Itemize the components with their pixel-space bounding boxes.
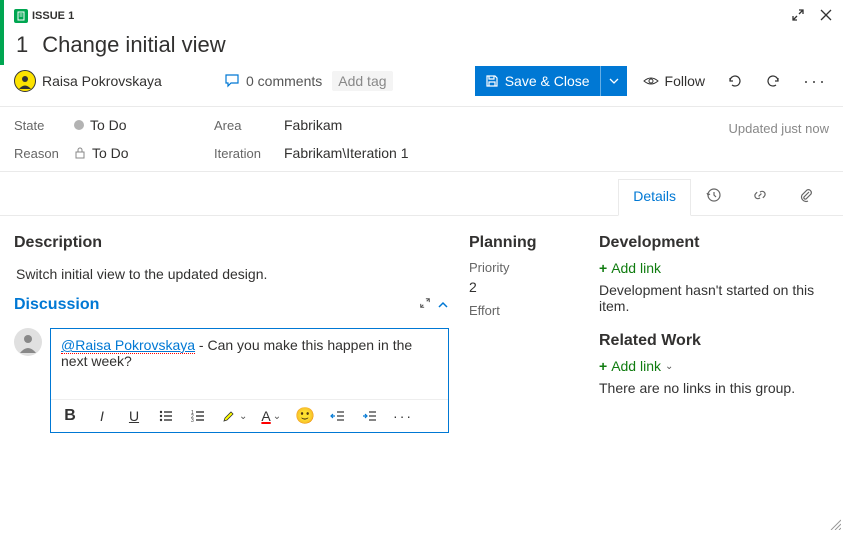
discussion-collapse-icon[interactable]: [437, 296, 449, 314]
fields-section: State To Do Reason To Do Area Fabrikam: [0, 107, 843, 172]
save-and-close-button[interactable]: Save & Close: [475, 66, 627, 96]
work-item-title[interactable]: Change initial view: [42, 32, 225, 58]
planning-heading: Planning: [469, 234, 579, 252]
discussion-expand-icon[interactable]: [419, 296, 431, 314]
comments-button[interactable]: 0 comments: [224, 73, 322, 89]
bold-button[interactable]: B: [61, 407, 79, 425]
reason-value[interactable]: To Do: [74, 145, 204, 161]
more-actions-button[interactable]: ···: [797, 67, 833, 96]
priority-value[interactable]: 2: [469, 279, 579, 295]
save-icon: [485, 74, 499, 88]
plus-icon: +: [599, 260, 607, 276]
updated-timestamp: Updated just now: [729, 117, 829, 136]
area-label: Area: [214, 118, 274, 133]
header-top-row: ISSUE 1: [14, 4, 833, 28]
tabs-row: Details: [0, 172, 843, 216]
chevron-down-icon: ⌄: [665, 361, 673, 372]
tab-history[interactable]: [691, 178, 737, 215]
font-color-button[interactable]: A⌄: [261, 408, 281, 424]
save-dropdown[interactable]: [600, 66, 627, 96]
header: ISSUE 1 1 Change initial view: [0, 0, 843, 66]
close-icon[interactable]: [819, 8, 833, 25]
work-item-panel: ISSUE 1 1 Change initial view Raisa Pokr…: [0, 0, 843, 537]
work-item-id: 1: [16, 32, 28, 58]
outdent-button[interactable]: [329, 408, 347, 424]
editor-toolbar: B I U 123 ⌄ A⌄ 🙂 ···: [51, 399, 448, 432]
follow-button[interactable]: Follow: [637, 73, 711, 89]
issue-type-icon: [14, 9, 28, 23]
side-column: Development + Add link Development hasn'…: [599, 226, 829, 527]
area-value[interactable]: Fabrikam: [284, 117, 342, 133]
discussion-heading: Discussion: [14, 296, 449, 314]
body: Description Switch initial view to the u…: [0, 216, 843, 537]
toolbar: Raisa Pokrovskaya 0 comments Add tag Sav…: [0, 66, 843, 107]
assignee-name: Raisa Pokrovskaya: [42, 73, 162, 89]
expand-icon[interactable]: [791, 8, 805, 25]
svg-text:3: 3: [191, 418, 194, 424]
development-add-link[interactable]: + Add link: [599, 260, 829, 276]
reason-label: Reason: [14, 146, 64, 161]
highlight-button[interactable]: ⌄: [221, 408, 247, 424]
add-tag-button[interactable]: Add tag: [332, 71, 392, 91]
refresh-button[interactable]: [721, 69, 749, 93]
underline-button[interactable]: U: [125, 408, 143, 424]
related-add-link[interactable]: + Add link ⌄: [599, 358, 829, 374]
type-accent-bar: [0, 0, 4, 65]
save-label: Save & Close: [505, 73, 590, 89]
priority-label: Priority: [469, 260, 579, 275]
planning-column: Planning Priority 2 Effort: [469, 226, 579, 527]
comments-count: 0 comments: [246, 73, 322, 89]
tab-details[interactable]: Details: [618, 179, 691, 216]
editor-more-button[interactable]: ···: [393, 408, 413, 424]
indent-button[interactable]: [361, 408, 379, 424]
italic-button[interactable]: I: [93, 408, 111, 424]
state-dot-icon: [74, 120, 84, 130]
discussion-avatar-icon: [14, 328, 42, 356]
title-row: 1 Change initial view: [14, 28, 833, 66]
related-work-heading: Related Work: [599, 332, 829, 350]
plus-icon: +: [599, 358, 607, 374]
revert-button[interactable]: [759, 69, 787, 93]
assignee-picker[interactable]: Raisa Pokrovskaya: [14, 70, 214, 92]
emoji-button[interactable]: 🙂: [295, 406, 315, 426]
eye-icon: [643, 73, 659, 89]
work-item-type-tag: ISSUE 1: [14, 9, 74, 23]
main-column: Description Switch initial view to the u…: [14, 226, 449, 527]
state-label: State: [14, 118, 64, 133]
tab-attachments[interactable]: [783, 178, 829, 215]
description-text[interactable]: Switch initial view to the updated desig…: [14, 260, 449, 288]
related-empty-text: There are no links in this group.: [599, 380, 829, 396]
discussion-editor-content[interactable]: @Raisa Pokrovskaya - Can you make this h…: [51, 329, 448, 399]
follow-label: Follow: [665, 73, 705, 89]
discussion-area: @Raisa Pokrovskaya - Can you make this h…: [14, 328, 449, 433]
avatar-icon: [14, 70, 36, 92]
numbered-list-button[interactable]: 123: [189, 408, 207, 424]
bullet-list-button[interactable]: [157, 408, 175, 424]
development-heading: Development: [599, 234, 829, 252]
development-empty-text: Development hasn't started on this item.: [599, 282, 829, 314]
state-value[interactable]: To Do: [74, 117, 204, 133]
iteration-value[interactable]: Fabrikam\Iteration 1: [284, 145, 409, 161]
work-item-type-label: ISSUE 1: [32, 10, 74, 22]
lock-icon: [74, 147, 86, 159]
description-heading: Description: [14, 234, 449, 252]
effort-label: Effort: [469, 303, 579, 318]
tab-links[interactable]: [737, 178, 783, 215]
window-controls: [791, 8, 833, 25]
discussion-editor[interactable]: @Raisa Pokrovskaya - Can you make this h…: [50, 328, 449, 433]
resize-grip-icon[interactable]: [827, 516, 841, 535]
mention-link[interactable]: @Raisa Pokrovskaya: [61, 337, 195, 354]
iteration-label: Iteration: [214, 146, 274, 161]
